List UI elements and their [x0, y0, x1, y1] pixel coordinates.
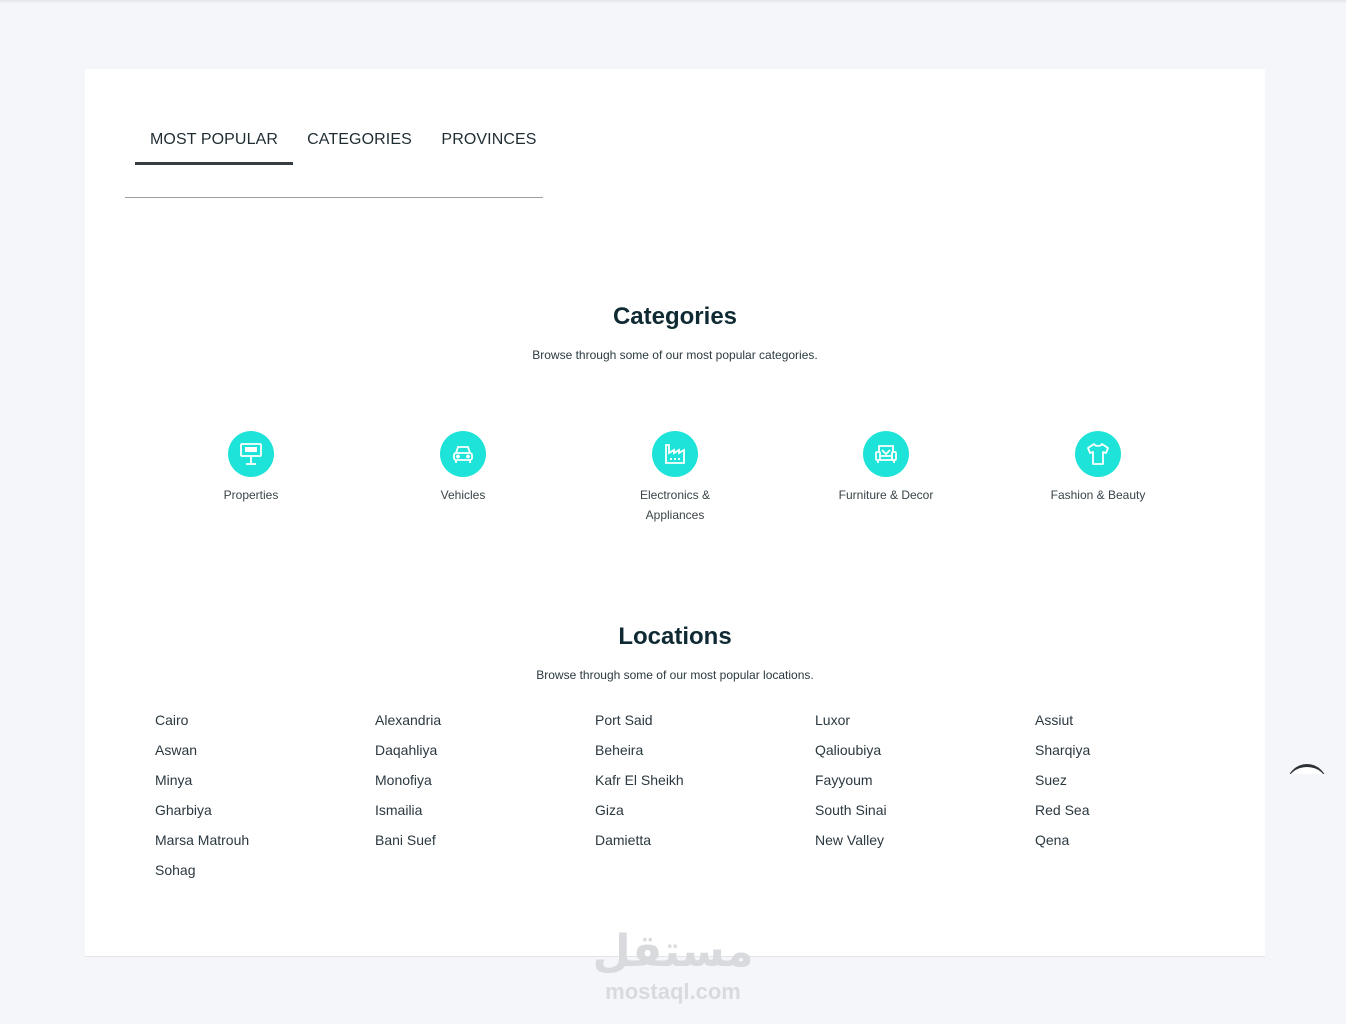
- location-link[interactable]: Sohag: [155, 858, 355, 888]
- category-icon-circle: [652, 431, 698, 477]
- location-link[interactable]: Qalioubiya: [815, 738, 1015, 768]
- location-link[interactable]: Damietta: [595, 828, 795, 858]
- locations-column-4: Luxor Qalioubiya Fayyoum South Sinai New…: [815, 708, 1015, 858]
- category-icon-circle: [440, 431, 486, 477]
- mostaql-watermark: مستقل mostaql.com: [560, 924, 786, 1004]
- location-link[interactable]: Monofiya: [375, 768, 575, 798]
- location-link[interactable]: Beheira: [595, 738, 795, 768]
- locations-title: Locations: [618, 623, 732, 650]
- location-link[interactable]: Sharqiya: [1035, 738, 1235, 768]
- watermark-latin: mostaql.com: [605, 979, 741, 1004]
- location-link[interactable]: Kafr El Sheikh: [595, 768, 795, 798]
- location-link[interactable]: Gharbiya: [155, 798, 355, 828]
- locations-subtitle: Browse through some of our most popular …: [536, 668, 814, 682]
- location-link[interactable]: Marsa Matrouh: [155, 828, 355, 858]
- car-icon: [453, 446, 473, 463]
- category-fashion-beauty[interactable]: Fashion & Beauty: [1003, 431, 1193, 505]
- content-card: MOST POPULAR CATEGORIES PROVINCES Catego…: [85, 69, 1265, 957]
- location-link[interactable]: Luxor: [815, 708, 1015, 738]
- category-label: Vehicles: [440, 488, 486, 502]
- armchair-icon: [875, 445, 897, 463]
- categories-subtitle: Browse through some of our most popular …: [532, 348, 818, 362]
- location-link[interactable]: Aswan: [155, 738, 355, 768]
- category-electronics-appliances[interactable]: Electronics & Appliances: [580, 431, 770, 525]
- category-label: Fashion & Beauty: [1050, 488, 1146, 502]
- location-link[interactable]: New Valley: [815, 828, 1015, 858]
- scroll-to-top-button[interactable]: [1287, 764, 1327, 774]
- location-link[interactable]: Fayyoum: [815, 768, 1015, 798]
- top-shadow: [0, 0, 1346, 4]
- category-label: Furniture & Decor: [838, 488, 934, 502]
- category-label: Electronics & Appliances: [639, 488, 711, 522]
- tab-bar: MOST POPULAR CATEGORIES PROVINCES: [125, 69, 543, 198]
- category-vehicles[interactable]: Vehicles: [368, 431, 558, 505]
- location-link[interactable]: Bani Suef: [375, 828, 575, 858]
- locations-column-5: Assiut Sharqiya Suez Red Sea Qena: [1035, 708, 1235, 858]
- category-properties[interactable]: Properties: [156, 431, 346, 505]
- tshirt-icon: [1087, 443, 1109, 465]
- locations-column-2: Alexandria Daqahliya Monofiya Ismailia B…: [375, 708, 575, 858]
- locations-column-3: Port Said Beheira Kafr El Sheikh Giza Da…: [595, 708, 795, 858]
- tab-provinces[interactable]: PROVINCES: [426, 131, 552, 165]
- factory-icon: [665, 444, 685, 464]
- location-link[interactable]: Ismailia: [375, 798, 575, 828]
- watermark-arabic: مستقل: [592, 926, 754, 977]
- tab-most-popular[interactable]: MOST POPULAR: [135, 131, 293, 165]
- category-label: Properties: [223, 488, 279, 502]
- category-icon-circle: [863, 431, 909, 477]
- tab-categories[interactable]: CATEGORIES: [293, 131, 426, 165]
- location-link[interactable]: Minya: [155, 768, 355, 798]
- location-link[interactable]: Giza: [595, 798, 795, 828]
- location-link[interactable]: Qena: [1035, 828, 1235, 858]
- billboard-icon: [240, 443, 262, 465]
- location-link[interactable]: Cairo: [155, 708, 355, 738]
- location-link[interactable]: Red Sea: [1035, 798, 1235, 828]
- location-link[interactable]: Alexandria: [375, 708, 575, 738]
- location-link[interactable]: Port Said: [595, 708, 795, 738]
- category-icon-circle: [1075, 431, 1121, 477]
- location-link[interactable]: South Sinai: [815, 798, 1015, 828]
- category-furniture-decor[interactable]: Furniture & Decor: [791, 431, 981, 505]
- categories-title: Categories: [612, 303, 738, 330]
- location-link[interactable]: Suez: [1035, 768, 1235, 798]
- category-icon-circle: [228, 431, 274, 477]
- location-link[interactable]: Daqahliya: [375, 738, 575, 768]
- locations-column-1: Cairo Aswan Minya Gharbiya Marsa Matrouh…: [155, 708, 355, 888]
- location-link[interactable]: Assiut: [1035, 708, 1235, 738]
